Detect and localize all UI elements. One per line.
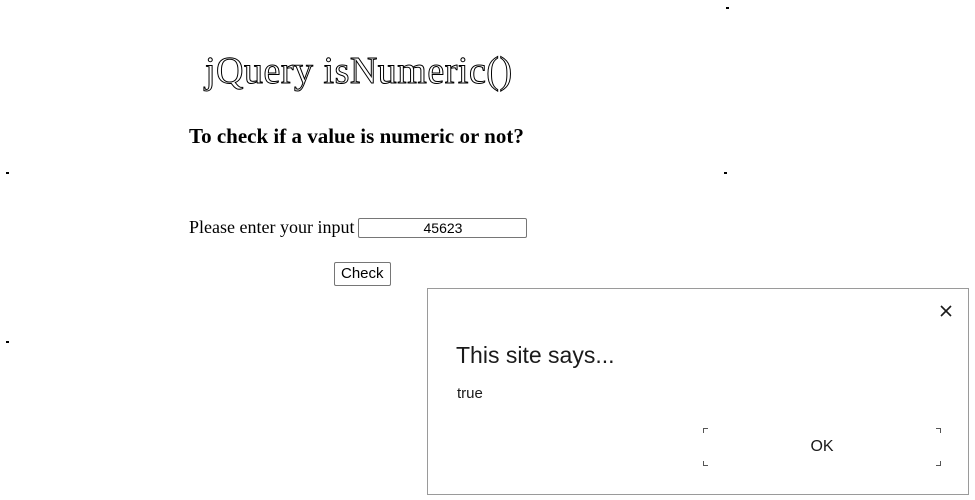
focus-corner bbox=[703, 428, 708, 433]
check-button[interactable]: Check bbox=[334, 262, 391, 286]
focus-corner bbox=[936, 428, 941, 433]
corner-mark bbox=[726, 7, 729, 9]
dialog-message: true bbox=[457, 385, 483, 402]
close-icon[interactable] bbox=[937, 302, 955, 320]
ok-button-label: OK bbox=[810, 438, 834, 455]
corner-mark bbox=[6, 341, 9, 343]
input-row: Please enter your input bbox=[189, 217, 528, 238]
input-label: Please enter your input bbox=[189, 217, 355, 237]
value-input[interactable] bbox=[358, 217, 528, 238]
focus-corner bbox=[703, 461, 708, 466]
dialog-title: This site says... bbox=[456, 342, 615, 368]
corner-mark bbox=[724, 172, 727, 174]
ok-button[interactable]: OK bbox=[703, 428, 941, 466]
focus-corner bbox=[936, 461, 941, 466]
corner-mark bbox=[6, 172, 9, 174]
alert-dialog: This site says... true OK bbox=[427, 288, 969, 495]
close-icon-glyph bbox=[940, 305, 952, 317]
page-subtitle: To check if a value is numeric or not? bbox=[189, 124, 524, 148]
page-title: jQuery isNumeric() bbox=[205, 50, 513, 92]
